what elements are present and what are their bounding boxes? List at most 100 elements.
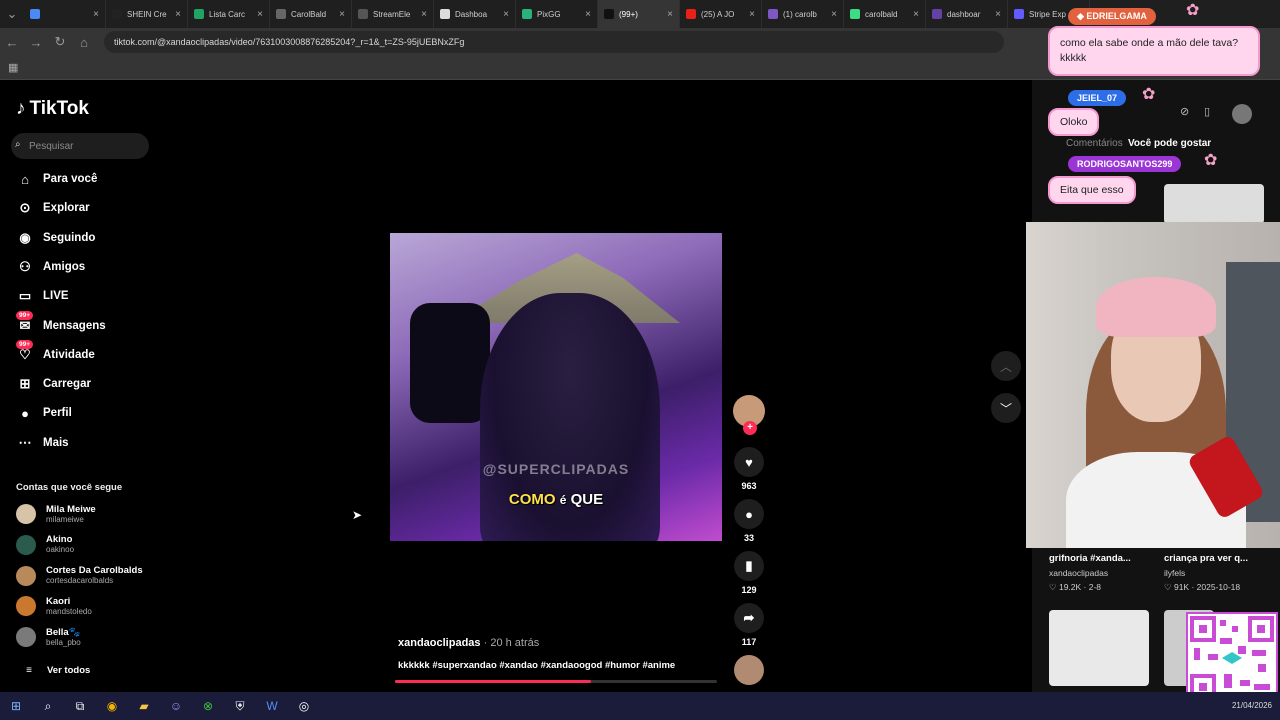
mouse-cursor-icon: ➤: [352, 508, 363, 522]
tab-close-icon[interactable]: ×: [831, 9, 837, 20]
tab-comments[interactable]: Comentários: [1066, 138, 1123, 149]
suggested-thumb-3[interactable]: [1049, 610, 1149, 686]
follow-plus-icon[interactable]: +: [743, 421, 757, 435]
followed-account[interactable]: Akino oakinoo: [16, 534, 74, 555]
defender-icon[interactable]: ⛨: [224, 692, 256, 720]
suggested-card-1[interactable]: grifnoria #xanda... xandaoclipadas ♡ 19.…: [1049, 553, 1131, 593]
phone-icon[interactable]: ▯: [1204, 105, 1210, 118]
nav-mensagens[interactable]: ✉ 99+ Mensagens: [16, 310, 106, 335]
nav-live[interactable]: ▭ LIVE: [16, 287, 69, 305]
account-handle: mandstoledo: [46, 606, 92, 616]
tab-search-icon[interactable]: ⌄: [0, 6, 24, 22]
video-progress-fill: [395, 680, 592, 683]
tab-close-icon[interactable]: ×: [585, 9, 591, 20]
tab-label: SHEIN Cre: [127, 9, 167, 19]
home-icon: ⌂: [21, 171, 29, 187]
messages-icon: ✉ 99+: [16, 310, 34, 335]
browser-tab[interactable]: carolbald ×: [844, 0, 926, 28]
nav-explorar[interactable]: ⊙ Explorar: [16, 199, 90, 217]
browser-tab[interactable]: (1) carolb ×: [762, 0, 844, 28]
home-browser-icon[interactable]: ⌂: [72, 35, 96, 50]
suggested-card-2[interactable]: criança pra ver q... ilyfels ♡ 91K · 202…: [1164, 553, 1248, 593]
share-button[interactable]: ➦ 117: [733, 603, 765, 647]
tab-close-icon[interactable]: ×: [749, 9, 755, 20]
nav-amigos[interactable]: ⚇ Amigos: [16, 258, 85, 276]
video-player[interactable]: @SUPERCLIPADAS COMO é QUE: [390, 233, 722, 541]
caption-word-1: COMO: [508, 491, 556, 508]
tab-label: (99+): [619, 9, 638, 19]
browser-tab[interactable]: Lista Carc ×: [188, 0, 270, 28]
browser-tab[interactable]: StreamEle ×: [352, 0, 434, 28]
sound-avatar[interactable]: [733, 655, 765, 689]
creator-avatar-button[interactable]: +: [733, 395, 765, 435]
see-all-link[interactable]: ≡ Ver todos: [20, 661, 90, 679]
account-avatar: [16, 627, 36, 648]
browser-tab[interactable]: CarolBald ×: [270, 0, 352, 28]
browser-tab[interactable]: dashboar ×: [926, 0, 1008, 28]
chevron-down-icon[interactable]: ﹀: [991, 393, 1021, 423]
followed-account[interactable]: Bella🐾 bella_pbo: [16, 627, 81, 648]
tab-close-icon[interactable]: ×: [339, 9, 345, 20]
bookmark-icon: ▮: [734, 551, 764, 581]
browser-tab[interactable]: Dashboa ×: [434, 0, 516, 28]
discord-icon[interactable]: ☺: [160, 692, 192, 720]
tab-you-may-like[interactable]: Você pode gostar: [1128, 138, 1211, 149]
user-avatar[interactable]: [1232, 104, 1252, 124]
save-button[interactable]: ▮ 129: [733, 551, 765, 595]
qr-code: [1186, 612, 1278, 704]
post-username[interactable]: xandaoclipadas: [398, 637, 481, 649]
url-input[interactable]: tiktok.com/@xandaoclipadas/video/7631003…: [104, 31, 1004, 53]
tab-close-icon[interactable]: ×: [913, 9, 919, 20]
file-explorer-icon[interactable]: ▰: [128, 692, 160, 720]
nav-perfil[interactable]: ● Perfil: [16, 404, 72, 422]
nav-seguindo[interactable]: ◉ Seguindo: [16, 229, 95, 247]
nav-carregar[interactable]: ⊞ Carregar: [16, 375, 91, 393]
nav-atividade[interactable]: ♡ 99+ Atividade: [16, 339, 95, 364]
nav-mais[interactable]: ⋯ Mais: [16, 434, 69, 452]
nav-label: Carregar: [43, 378, 91, 391]
browser-tab[interactable]: ×: [24, 0, 106, 28]
see-all-label: Ver todos: [47, 664, 91, 676]
suggested-thumb-top[interactable]: [1164, 184, 1264, 224]
tab-favicon-icon: [440, 9, 450, 19]
browser-tab[interactable]: SHEIN Cre ×: [106, 0, 188, 28]
comment-button[interactable]: ● 33: [733, 499, 765, 543]
video-progress[interactable]: [395, 680, 717, 683]
xbox-icon[interactable]: ⊗: [192, 692, 224, 720]
tab-close-icon[interactable]: ×: [667, 9, 673, 20]
followed-account[interactable]: Cortes Da Carolbalds cortesdacarolbalds: [16, 565, 143, 586]
browser-tab[interactable]: (25) A JO ×: [680, 0, 762, 28]
account-avatar: [16, 504, 36, 524]
obs-icon[interactable]: ◎: [288, 692, 320, 720]
tab-close-icon[interactable]: ×: [995, 9, 1001, 20]
tab-close-icon[interactable]: ×: [421, 9, 427, 20]
windows-start-icon[interactable]: ⊞: [0, 692, 32, 720]
apps-grid-icon[interactable]: ▦: [8, 61, 18, 74]
tab-close-icon[interactable]: ×: [503, 9, 509, 20]
followed-account[interactable]: Kaori mandstoledo: [16, 596, 92, 617]
followed-account[interactable]: Mila Meiwe milameiwe: [16, 504, 96, 524]
webcam-cap: [1096, 277, 1216, 337]
search-input[interactable]: ⌕ Pesquisar: [11, 133, 149, 159]
tiktok-logo[interactable]: ♪ TikTok: [16, 98, 89, 120]
video-watermark: @SUPERCLIPADAS: [482, 461, 630, 477]
chrome-icon[interactable]: ◉: [96, 692, 128, 720]
taskbar-search-icon[interactable]: ⌕: [32, 692, 64, 720]
tab-favicon-icon: [932, 9, 942, 19]
browser-tab[interactable]: (99+) ×: [598, 0, 680, 28]
caption-word-2: é: [559, 493, 567, 507]
task-view-icon[interactable]: ⧉: [64, 692, 96, 720]
chevron-up-icon[interactable]: ︿: [991, 351, 1021, 381]
nav-para-você[interactable]: ⌂ Para você: [16, 170, 97, 188]
tab-close-icon[interactable]: ×: [175, 9, 181, 20]
browser-tab[interactable]: PixGG ×: [516, 0, 598, 28]
back-icon[interactable]: ←: [0, 35, 24, 50]
tab-close-icon[interactable]: ×: [257, 9, 263, 20]
avatar-icon: ◉: [19, 229, 31, 245]
word-icon[interactable]: W: [256, 692, 288, 720]
reload-icon[interactable]: ↻: [48, 34, 72, 50]
tab-close-icon[interactable]: ×: [93, 9, 99, 20]
like-button[interactable]: ♥ 963: [733, 447, 765, 491]
forward-icon[interactable]: →: [24, 35, 48, 50]
compass-small-icon[interactable]: ⊘: [1180, 105, 1189, 118]
